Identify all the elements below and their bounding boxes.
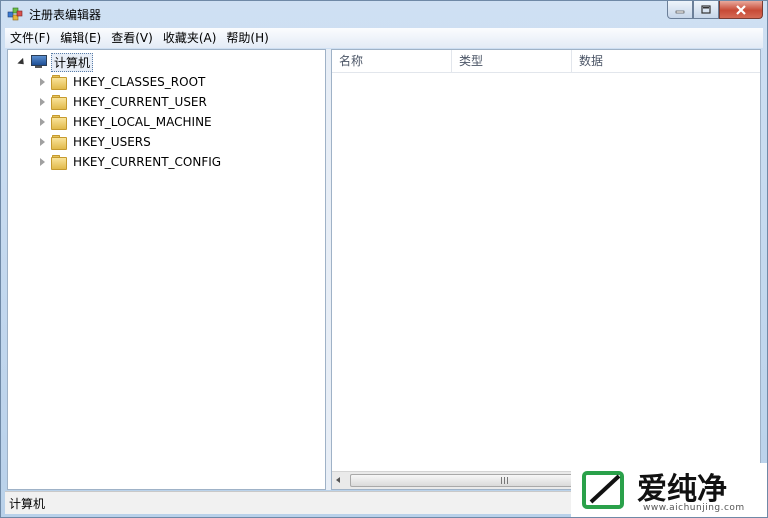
column-type[interactable]: 类型 (452, 50, 572, 72)
maximize-button[interactable] (693, 1, 719, 19)
folder-icon (51, 115, 67, 130)
menu-help[interactable]: 帮助(H) (221, 28, 273, 48)
value-list[interactable]: 名称 类型 数据 (331, 49, 761, 490)
window-title: 注册表编辑器 (29, 8, 102, 22)
menu-edit[interactable]: 编辑(E) (55, 28, 106, 48)
collapse-icon[interactable] (17, 57, 27, 67)
expand-icon[interactable] (38, 158, 46, 166)
computer-icon (31, 55, 47, 69)
tree-node-label: HKEY_LOCAL_MACHINE (73, 115, 212, 129)
tree-node-hkcc[interactable]: HKEY_CURRENT_CONFIG (38, 153, 221, 171)
menu-favorites[interactable]: 收藏夹(A) (158, 28, 222, 48)
column-name[interactable]: 名称 (332, 50, 452, 72)
expand-icon[interactable] (38, 78, 46, 86)
expand-icon[interactable] (38, 118, 46, 126)
tree-node-label: HKEY_USERS (73, 135, 151, 149)
tree-node-hkcu[interactable]: HKEY_CURRENT_USER (38, 93, 207, 111)
registry-editor-window: 注册表编辑器 文件(F) 编辑(E) 查看(V) 收藏夹(A) 帮助(H) 计算… (0, 0, 768, 518)
caption-buttons (667, 1, 763, 20)
watermark-brand: 爱纯净 (637, 472, 727, 507)
expand-icon[interactable] (38, 138, 46, 146)
expand-icon[interactable] (38, 98, 46, 106)
tree-node-computer[interactable]: 计算机 (17, 52, 94, 72)
list-header: 名称 类型 数据 (332, 50, 760, 73)
maximize-icon (701, 5, 711, 14)
tree-node-hklm[interactable]: HKEY_LOCAL_MACHINE (38, 113, 212, 131)
tree-node-hku[interactable]: HKEY_USERS (38, 133, 151, 151)
close-icon (736, 4, 746, 15)
tree-node-label: HKEY_CLASSES_ROOT (73, 75, 206, 89)
minimize-button[interactable] (667, 1, 693, 19)
menu-view[interactable]: 查看(V) (106, 28, 158, 48)
column-data[interactable]: 数据 (572, 50, 760, 72)
folder-icon (51, 75, 67, 90)
watermark-url: www.aichunjing.com (643, 503, 745, 513)
key-tree[interactable]: 计算机 HKEY_CLASSES_ROOT HKEY_CURRENT_USER … (7, 49, 326, 490)
menu-bar: 文件(F) 编辑(E) 查看(V) 收藏夹(A) 帮助(H) (5, 28, 763, 48)
main-panes: 计算机 HKEY_CLASSES_ROOT HKEY_CURRENT_USER … (7, 49, 761, 490)
watermark-logo-icon (582, 471, 624, 509)
status-text: 计算机 (9, 497, 46, 511)
regedit-icon (7, 7, 23, 21)
menu-file[interactable]: 文件(F) (5, 28, 55, 48)
tree-node-label: HKEY_CURRENT_CONFIG (73, 155, 222, 169)
tree-node-hkcr[interactable]: HKEY_CLASSES_ROOT (38, 73, 205, 91)
scroll-left-icon[interactable] (336, 477, 340, 483)
watermark: 爱纯净 www.aichunjing.com (571, 463, 767, 517)
tree-node-label: HKEY_CURRENT_USER (73, 95, 207, 109)
folder-icon (51, 135, 67, 150)
close-button[interactable] (719, 1, 763, 19)
folder-icon (51, 95, 67, 110)
folder-icon (51, 155, 67, 170)
title-bar[interactable]: 注册表编辑器 (1, 1, 767, 27)
tree-node-label: 计算机 (51, 52, 94, 72)
minimize-icon (675, 10, 685, 13)
grip-icon (501, 477, 510, 484)
